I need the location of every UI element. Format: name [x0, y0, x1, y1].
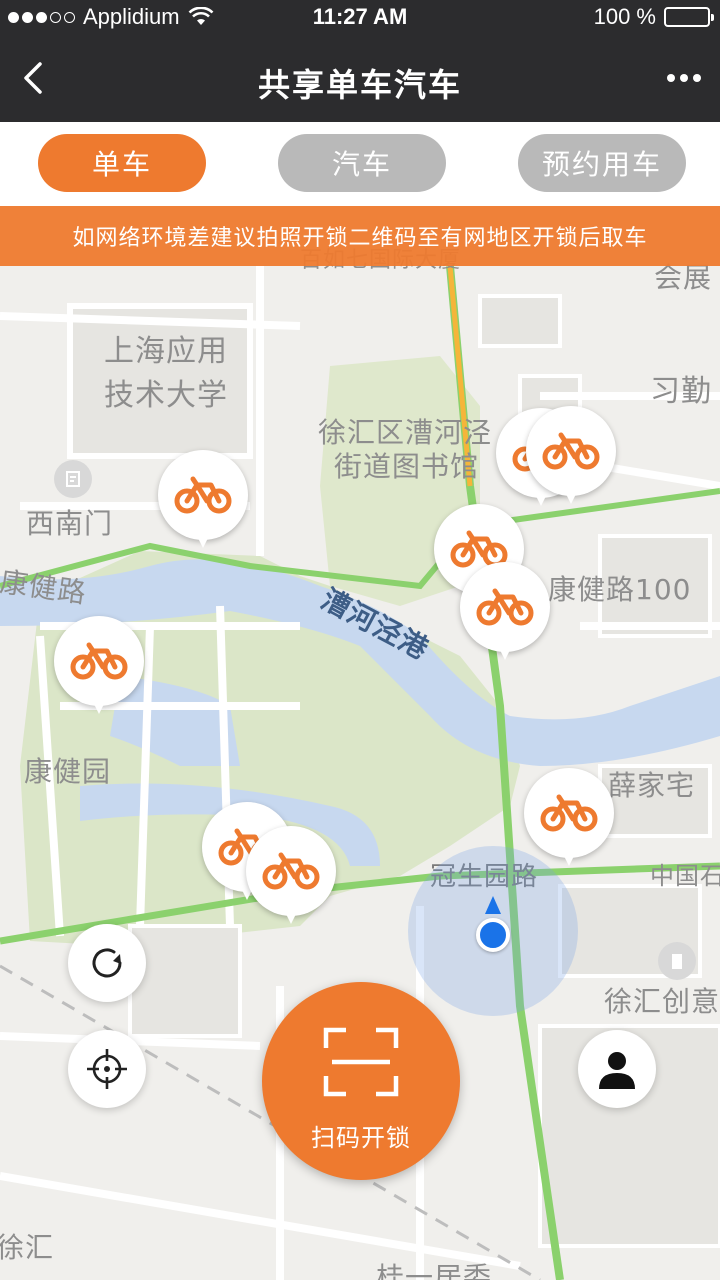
- map-label-xuejia: 薛家宅: [608, 769, 696, 802]
- map-label-school: 上海应用 技术大学: [104, 334, 228, 413]
- bike-icon: [540, 794, 598, 832]
- scan-unlock-button[interactable]: 扫码开锁: [262, 982, 460, 1180]
- more-dots-icon: [667, 74, 675, 82]
- tab-car[interactable]: 汽车: [278, 134, 446, 192]
- refresh-button[interactable]: [68, 924, 146, 1002]
- map-label-xuhui-bottom: 徐汇: [0, 1231, 55, 1264]
- crosshair-icon: [87, 1049, 127, 1089]
- poi-gate-icon: [54, 460, 92, 498]
- tab-bike[interactable]: 单车: [38, 134, 206, 192]
- map-label-road-100: 康健路100: [548, 573, 692, 606]
- notice-banner: 如网络环境差建议拍照开锁二维码至有网地区开锁后取车: [0, 206, 720, 266]
- bike-marker[interactable]: [526, 406, 616, 512]
- refresh-icon: [92, 948, 122, 978]
- navigation-bar: 共享单车汽车: [0, 34, 720, 122]
- map-label-park: 康健园: [24, 755, 112, 788]
- locate-me-button[interactable]: [68, 1030, 146, 1108]
- scan-frame-icon: [323, 1027, 399, 1097]
- map-label-west-gate: 西南门: [26, 507, 114, 540]
- page-title: 共享单车汽车: [257, 66, 462, 104]
- bike-marker[interactable]: [158, 450, 248, 556]
- user-icon: [599, 1052, 635, 1089]
- bike-marker[interactable]: [246, 826, 336, 932]
- heading-arrow-icon: [485, 896, 501, 914]
- profile-button[interactable]: [578, 1030, 656, 1108]
- tab-reserve-car[interactable]: 预约用车: [518, 134, 686, 192]
- current-location-marker: [476, 918, 510, 952]
- bike-marker[interactable]: [460, 562, 550, 668]
- bike-icon: [70, 642, 128, 680]
- status-bar: Applidium 11:27 AM 100 %: [0, 0, 720, 34]
- map-label-china: 中国石: [650, 862, 720, 890]
- bike-icon: [174, 476, 232, 514]
- map-label-library: 徐汇区漕河泾 街道图书馆: [318, 416, 493, 483]
- bike-marker[interactable]: [54, 616, 144, 722]
- bike-marker[interactable]: [524, 768, 614, 874]
- bike-icon: [542, 432, 600, 470]
- map-label-xijin: 习勤: [650, 374, 712, 409]
- bike-icon: [476, 588, 534, 626]
- scan-unlock-label: 扫码开锁: [311, 1124, 411, 1152]
- vehicle-type-tabs: 单车 汽车 预约用车: [0, 122, 720, 206]
- bike-icon: [262, 852, 320, 890]
- map-label-gui-bottom: 桂一居委: [376, 1261, 493, 1280]
- battery-percent: 100 %: [593, 4, 656, 29]
- battery-icon: [664, 7, 714, 27]
- map-label-xuhui-creative: 徐汇创意: [604, 985, 720, 1018]
- more-options-button[interactable]: [662, 56, 706, 100]
- poi-building-icon: [658, 942, 696, 980]
